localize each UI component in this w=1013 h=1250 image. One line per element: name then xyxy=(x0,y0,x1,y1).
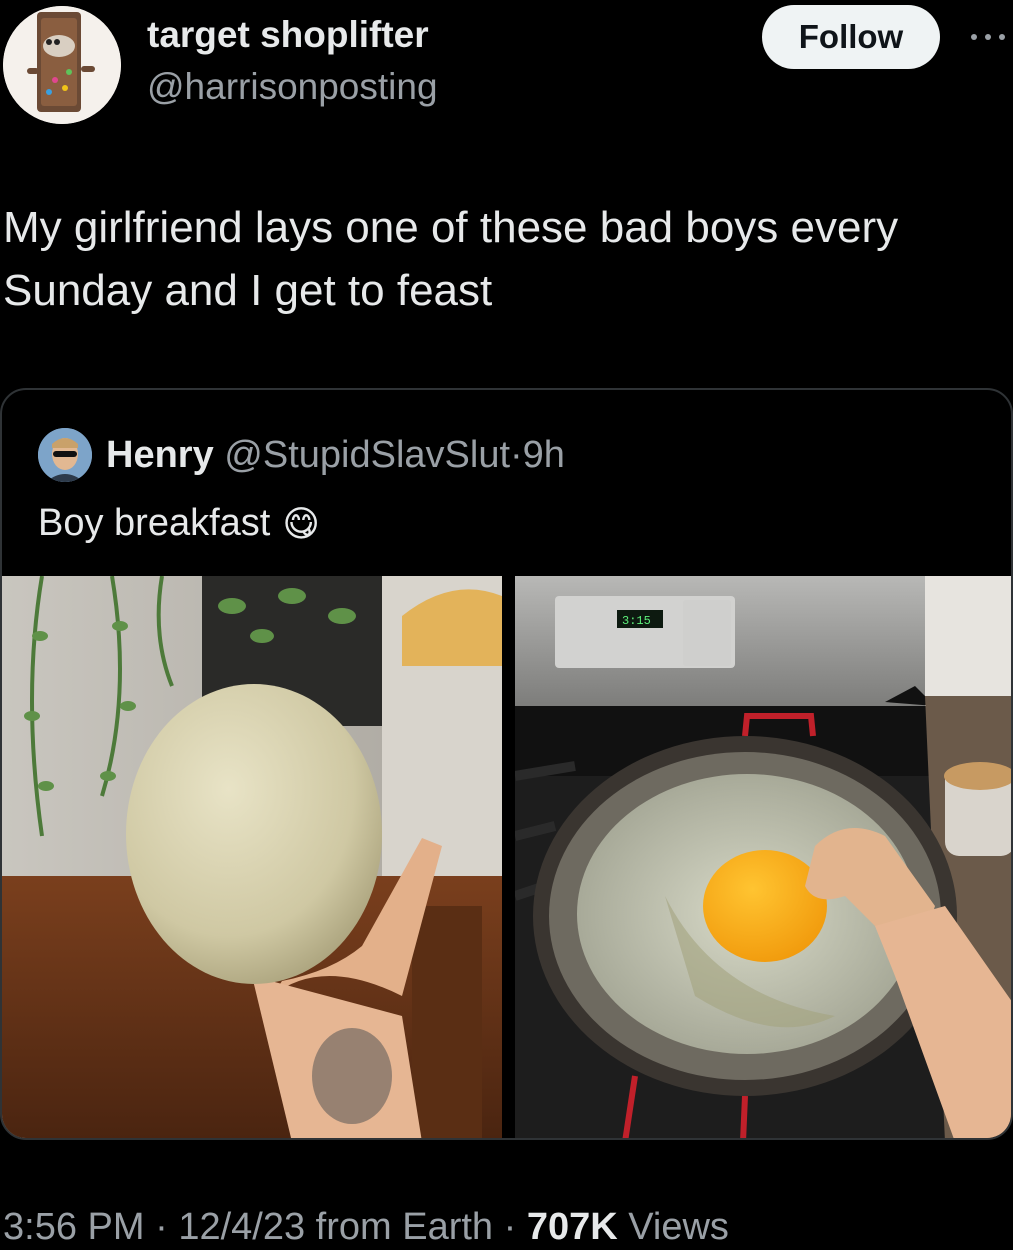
quote-author-handle[interactable]: @StupidSlavSlut xyxy=(224,434,510,476)
post-date[interactable]: 12/4/23 xyxy=(178,1206,305,1248)
follow-button[interactable]: Follow xyxy=(762,5,940,69)
post-source: from Earth xyxy=(305,1206,494,1248)
yum-face-emoji: 😋 xyxy=(282,502,320,544)
quote-text-row: Boy breakfast 😋 xyxy=(38,502,320,545)
quote-timestamp[interactable]: 9h xyxy=(523,434,565,476)
quote-author-name[interactable]: Henry xyxy=(106,434,214,476)
quote-text: Boy breakfast xyxy=(38,502,271,544)
quote-separator: · xyxy=(510,434,523,476)
tweet-text: My girlfriend lays one of these bad boys… xyxy=(3,203,899,315)
views-count[interactable]: 707K xyxy=(527,1206,618,1248)
views-label: Views xyxy=(617,1206,729,1248)
ostrich-egg-held-photo[interactable] xyxy=(2,576,502,1138)
quote-header: Henry @StupidSlavSlut·9h xyxy=(106,434,565,477)
quoted-tweet-card[interactable]: Henry @StupidSlavSlut·9h Boy breakfast 😋 xyxy=(0,388,1013,1140)
more-horizontal-icon[interactable] xyxy=(966,22,1010,52)
stove-clock-display: 3:15 xyxy=(622,614,651,628)
author-handle[interactable]: @harrisonposting xyxy=(147,66,438,108)
author-avatar[interactable] xyxy=(3,6,121,124)
meta-separator: · xyxy=(144,1206,179,1248)
quote-author-avatar xyxy=(38,428,92,482)
meta-separator: · xyxy=(493,1206,527,1248)
post-time[interactable]: 3:56 PM xyxy=(3,1206,145,1248)
author-display-name[interactable]: target shoplifter xyxy=(147,14,429,56)
tweet-meta-footer: 3:56 PM · 12/4/23 from Earth · 707K View… xyxy=(3,1206,729,1249)
fried-egg-in-pan-photo[interactable]: 3:15 xyxy=(515,576,1011,1138)
